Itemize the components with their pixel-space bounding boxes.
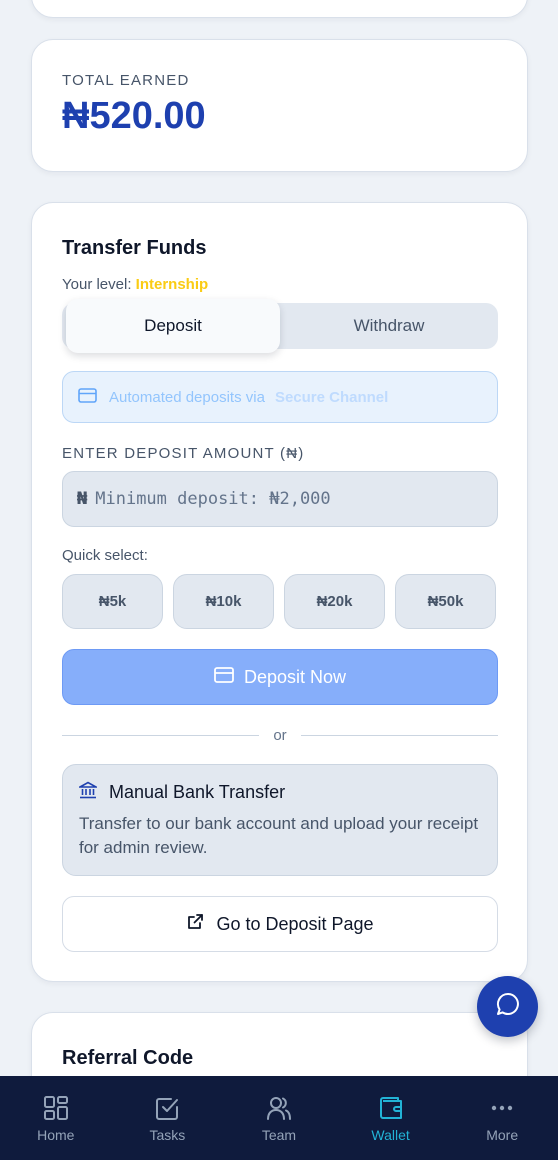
nav-item-tasks[interactable]: Tasks [112,1076,224,1160]
info-channel: Secure Channel [274,388,389,406]
credit-card-icon [78,387,97,407]
deposit-amount-label: ENTER DEPOSIT AMOUNT (₦) [62,445,305,462]
manual-transfer-title: Manual Bank Transfer [109,782,286,802]
chat-bubble-icon [495,991,521,1022]
manual-transfer-description: Transfer to our bank account and upload … [79,814,479,857]
naira-prefix: ₦ [77,489,88,509]
divider-text: or [273,727,287,744]
more-dots-icon [491,1105,513,1111]
automated-deposit-info: Automated deposits via Secure Channel [62,371,498,423]
nav-label-team: Team [261,1127,297,1143]
nav-label-wallet: Wallet [371,1127,410,1143]
quick-select-10k-button[interactable]: ₦10k [173,574,274,629]
tab-withdraw[interactable]: Withdraw [280,303,498,349]
checkbox-icon [156,1098,179,1120]
level-prefix: Your level: [62,276,132,293]
referral-code-title: Referral Code [62,1047,194,1069]
quick-select-5k-button[interactable]: ₦5k [62,574,163,629]
go-to-deposit-page-label: Go to Deposit Page [216,913,374,934]
quick-select-20k-button[interactable]: ₦20k [284,574,385,629]
divider-line-right [300,735,498,736]
nav-item-team[interactable]: Team [223,1076,335,1160]
deposit-amount-input[interactable] [95,489,456,509]
total-earned-label: TOTAL EARNED [62,72,190,89]
users-icon [266,1097,291,1120]
deposit-amount-field: ₦ [62,471,498,527]
bank-icon [76,781,100,804]
level-line: Your level: Internship [62,276,497,293]
total-earned-card: TOTAL EARNED ₦520.00 [31,39,528,172]
manual-bank-transfer-box: Manual Bank Transfer Transfer to our ban… [62,764,498,876]
nav-item-home[interactable]: Home [0,1076,112,1160]
nav-item-more[interactable]: More [446,1076,558,1160]
tab-deposit[interactable]: Deposit [66,299,280,353]
credit-card-icon [214,666,234,688]
or-divider: or [62,727,498,744]
info-text: Automated deposits via [109,388,265,406]
level-value: Internship [135,276,209,293]
nav-label-more: More [486,1127,519,1143]
quick-select-label: Quick select: [62,547,148,564]
total-earned-value: ₦520.00 [62,95,206,137]
previous-card [31,0,528,18]
divider-line-left [62,735,260,736]
deposit-withdraw-toggle: Deposit Withdraw [62,299,498,353]
quick-select-row: ₦5k ₦10k ₦20k ₦50k [62,574,497,629]
quick-select-50k-button[interactable]: ₦50k [395,574,496,629]
grid-icon [43,1096,68,1120]
deposit-now-label: Deposit Now [243,666,347,687]
transfer-funds-card: Transfer Funds Your level: Internship De… [31,202,528,982]
deposit-now-button[interactable]: Deposit Now [62,649,498,705]
manual-transfer-heading: Manual Bank Transfer [76,781,481,804]
chat-button[interactable] [477,976,538,1037]
transfer-funds-title: Transfer Funds [62,237,207,259]
nav-label-home: Home [37,1127,75,1143]
wallet-icon [379,1097,402,1119]
external-link-icon [186,913,204,936]
go-to-deposit-page-button[interactable]: Go to Deposit Page [62,896,498,952]
nav-item-wallet[interactable]: Wallet [335,1076,447,1160]
bottom-nav: Home Tasks Team Wallet More [0,1076,558,1160]
nav-label-tasks: Tasks [149,1127,186,1143]
